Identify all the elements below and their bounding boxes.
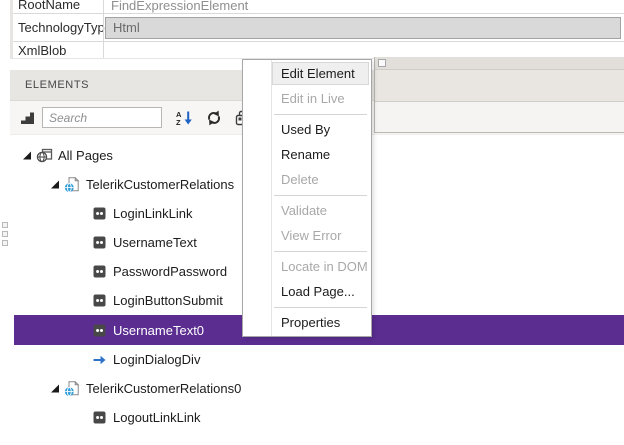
menu-item-load-page[interactable]: Load Page...: [243, 279, 371, 304]
menu-item-used-by[interactable]: Used By: [243, 117, 371, 142]
property-row-rootname[interactable]: RootName FindExpressionElement: [13, 0, 624, 14]
tree-item-label: TelerikCustomerRelations0: [86, 381, 241, 396]
menu-item-delete[interactable]: Delete: [243, 167, 371, 192]
menu-item-rename[interactable]: Rename: [243, 142, 371, 167]
element-context-menu: Edit ElementEdit in Live Used ByRenameDel…: [242, 59, 372, 337]
tree-item-label: All Pages: [58, 148, 113, 163]
technologytype-field: Html: [105, 17, 621, 39]
refresh-icon[interactable]: [206, 110, 222, 126]
html-element-icon: [90, 236, 108, 249]
html-element-icon: [90, 411, 108, 424]
menu-item-locate-in-dom[interactable]: Locate in DOM: [243, 254, 371, 279]
tree-item-label: LoginButtonSubmit: [113, 293, 223, 308]
menu-item-edit-in-live[interactable]: Edit in Live: [243, 86, 371, 111]
html-element-icon: [90, 265, 108, 278]
property-label: XmlBlob: [13, 42, 103, 58]
property-grid: RootName FindExpressionElement Technolog…: [10, 0, 624, 59]
background-panel-row: [375, 102, 624, 133]
menu-item-edit-element[interactable]: Edit Element: [243, 61, 371, 86]
all-pages-icon: [35, 148, 53, 163]
search-input[interactable]: [42, 107, 162, 128]
property-label: TechnologyType: [13, 14, 103, 41]
grid-corner-box: [378, 59, 386, 67]
div-arrow-icon: [90, 355, 108, 365]
html-element-icon: [90, 207, 108, 220]
expand-arrow-icon[interactable]: [48, 180, 63, 189]
tree-item-logindialogdiv[interactable]: LoginDialogDiv: [14, 345, 624, 374]
menu-item-validate[interactable]: Validate: [243, 198, 371, 223]
html-element-icon: [90, 324, 108, 337]
panel-splitter-handle[interactable]: [2, 222, 8, 249]
tree-item-label: LoginLinkLink: [113, 206, 193, 221]
property-row-technologytype[interactable]: TechnologyType Html: [13, 14, 624, 42]
tree-item-label: TelerikCustomerRelations: [86, 177, 234, 192]
tree-item-logoutlinklink[interactable]: LogoutLinkLink: [14, 403, 624, 432]
svg-text:Z: Z: [176, 118, 181, 126]
property-label: RootName: [13, 0, 103, 13]
tree-item-label: LoginDialogDiv: [113, 352, 200, 367]
background-panel-row: [375, 70, 624, 102]
sort-az-icon[interactable]: A Z: [175, 110, 193, 126]
web-page-icon: [63, 177, 81, 193]
menu-item-properties[interactable]: Properties: [243, 310, 371, 335]
tree-item-telerikcustomerrelations0[interactable]: TelerikCustomerRelations0: [14, 374, 624, 403]
html-element-icon: [90, 294, 108, 307]
levels-icon[interactable]: [20, 111, 35, 125]
expand-arrow-icon[interactable]: [20, 151, 35, 160]
menu-item-view-error[interactable]: View Error: [243, 223, 371, 248]
tree-item-label: UsernameText0: [113, 323, 204, 338]
background-panel-strip: [375, 57, 624, 70]
tree-item-label: PasswordPassword: [113, 264, 227, 279]
property-value: FindExpressionElement: [104, 0, 248, 13]
background-panel: [374, 57, 624, 133]
tree-item-label: UsernameText: [113, 235, 197, 250]
web-page-icon: [63, 381, 81, 397]
expand-arrow-icon[interactable]: [48, 384, 63, 393]
tree-item-label: LogoutLinkLink: [113, 410, 200, 425]
